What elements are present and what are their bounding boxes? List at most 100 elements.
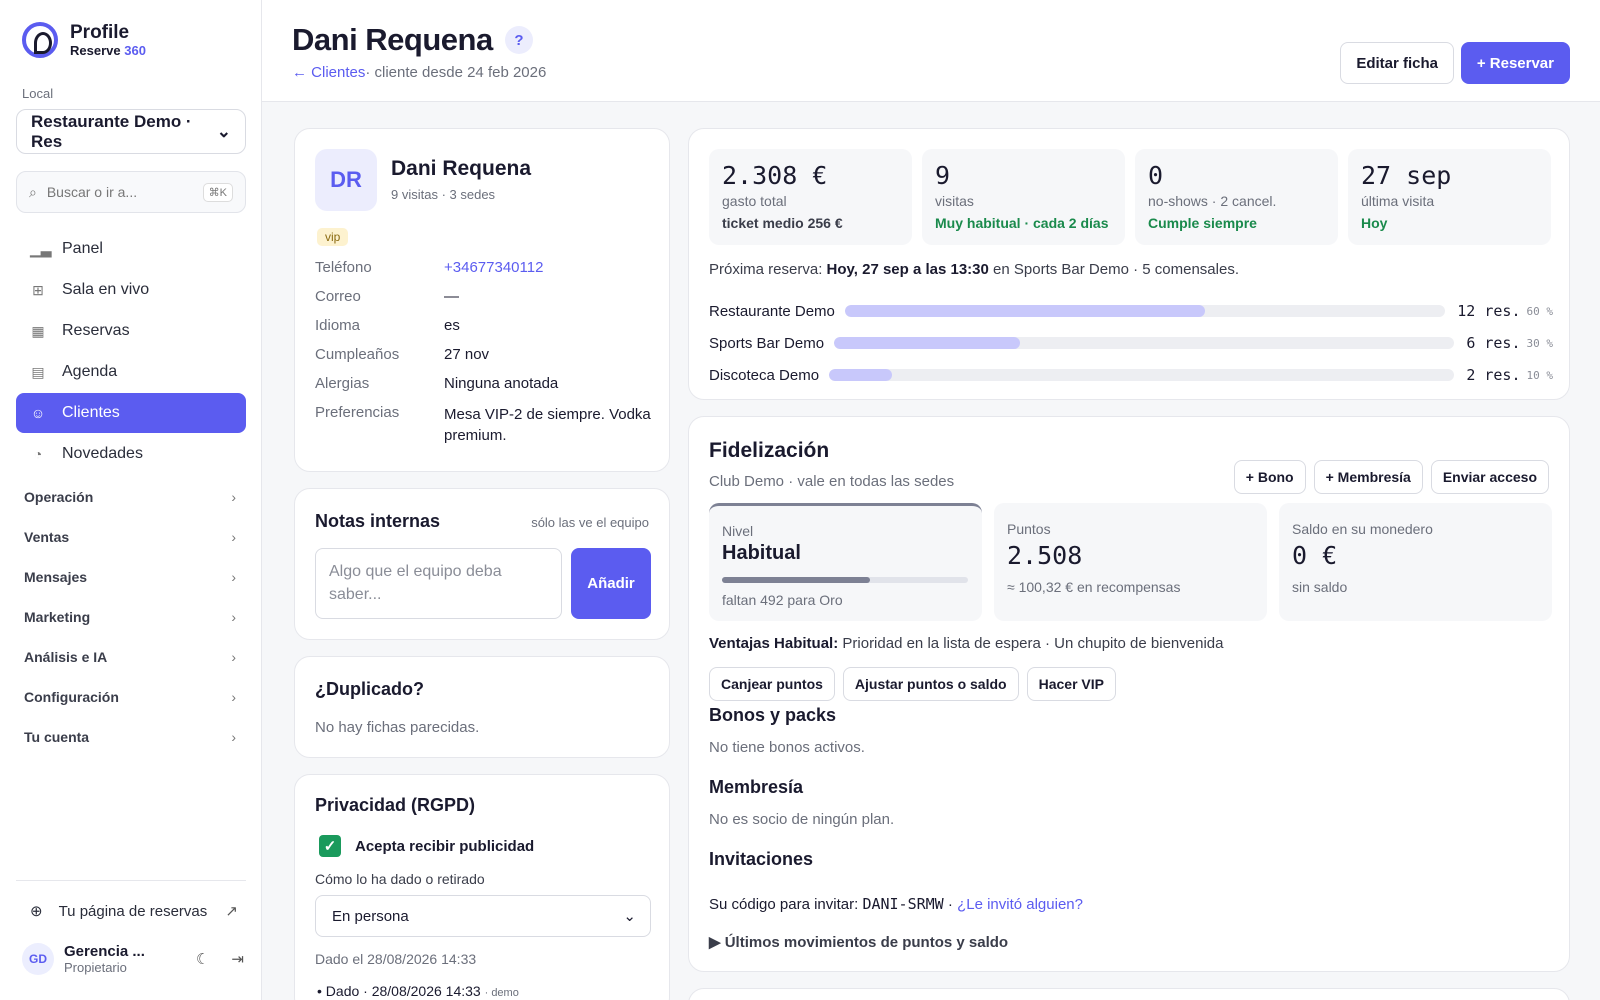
venue-row: Discoteca Demo 2 res. 10 % — [709, 366, 1553, 384]
consent-method-label: Cómo lo ha dado o retirado — [315, 871, 485, 887]
public-page-link[interactable]: ⊕ Tu página de reservas ↗ — [30, 902, 238, 921]
invited-by-link[interactable]: ¿Le invitó alguien? — [957, 896, 1083, 913]
movements-toggle[interactable]: ▶ Últimos movimientos de puntos y saldo — [709, 933, 1008, 951]
chevron-right-icon: › — [231, 529, 236, 545]
vip-badge: vip — [317, 228, 349, 246]
venue-bar-fill — [829, 369, 892, 381]
add-bono-button[interactable]: + Bono — [1233, 460, 1306, 494]
local-select[interactable]: Restaurante Demo · Res ⌄ — [16, 109, 246, 154]
page-header: Dani Requena ? ← Clientes· cliente desde… — [262, 0, 1600, 102]
nav-group-operacion[interactable]: Operación › — [16, 477, 246, 517]
phone-link[interactable]: +34677340112 — [444, 259, 655, 277]
membership-text: No es socio de ningún plan. — [709, 811, 895, 828]
chevron-right-icon: › — [231, 609, 236, 625]
loyalty-tiles: Nivel Habitual faltan 492 para Oro Punto… — [709, 503, 1552, 621]
chevron-right-icon: › — [231, 649, 236, 665]
invite-code: DANI-SRMW — [862, 895, 944, 913]
profile-card: DR Dani Requena 9 visitas · 3 sedes vip … — [294, 128, 670, 472]
venue-bars: Restaurante Demo 12 res. 60 % Sports Bar D… — [709, 295, 1553, 391]
nav-item-panel[interactable]: ▁▃ Panel — [16, 229, 246, 269]
profile-fields: Teléfono +34677340112 Correo — Idioma es Cu… — [315, 259, 655, 457]
brand-sub: Reserve 360 — [70, 42, 146, 58]
membership-title: Membresía — [709, 777, 804, 797]
brand-name: Profile — [70, 21, 130, 43]
send-access-button[interactable]: Enviar acceso — [1430, 460, 1549, 494]
venue-row: Restaurante Demo 12 res. 60 % — [709, 302, 1553, 320]
back-link[interactable]: ← Clientes — [292, 64, 365, 81]
user-menu[interactable]: GD Gerencia ... Propietario ☾ ⇥ — [22, 943, 244, 975]
avatar: DR — [315, 149, 377, 211]
nav-group-marketing[interactable]: Marketing › — [16, 597, 246, 637]
chevron-down-icon: ⌄ — [216, 121, 231, 141]
chevron-right-icon: › — [231, 729, 236, 745]
make-vip-button[interactable]: Hacer VIP — [1026, 667, 1116, 701]
level-progress — [722, 577, 968, 583]
field-row: Teléfono +34677340112 — [315, 259, 655, 277]
consent-checkbox[interactable]: ✓ Acepta recibir publicidad — [319, 835, 534, 857]
grid-icon: ⊞ — [32, 281, 44, 298]
nav-item-reservas[interactable]: ▦ Reservas — [16, 311, 246, 351]
nav-item-agenda[interactable]: ▤ Agenda — [16, 352, 246, 392]
stats-card: 2.308 € gasto total ticket medio 256 € 9 vi… — [688, 128, 1570, 400]
chart-icon: ▁▃ — [30, 240, 52, 257]
bonos-text: No tiene bonos activos. — [709, 739, 865, 756]
nav-group-cuenta[interactable]: Tu cuenta › — [16, 717, 246, 757]
local-label: Local — [22, 86, 54, 101]
nav-group-configuracion[interactable]: Configuración › — [16, 677, 246, 717]
bonos-title: Bonos y packs — [709, 705, 837, 725]
notes-textarea[interactable]: Algo que el equipo deba saber... — [315, 548, 562, 619]
nav-group-ventas[interactable]: Ventas › — [16, 517, 246, 557]
avatar: GD — [22, 943, 54, 975]
sidebar: Profile Reserve 360 Local Restaurante De… — [0, 0, 262, 1000]
nav-item-sala[interactable]: ⊞ Sala en vivo — [16, 270, 246, 310]
stat-spend: 2.308 € gasto total ticket medio 256 € — [709, 149, 912, 245]
consent-method-select[interactable]: En persona ⌄ — [315, 895, 651, 937]
globe-icon: ⊕ — [30, 903, 43, 920]
next-card — [688, 988, 1570, 1000]
reserve-button[interactable]: + Reservar — [1460, 42, 1570, 84]
wallet-tile: Saldo en su monedero 0 € sin saldo — [1279, 503, 1552, 621]
invites-title: Invitaciones — [709, 849, 814, 869]
redeem-points-button[interactable]: Canjear puntos — [709, 667, 835, 701]
help-icon[interactable]: ? — [504, 26, 533, 54]
nav-item-clientes[interactable]: ☺ Clientes — [16, 393, 246, 433]
stat-last-visit: 27 sep última visita Hoy — [1348, 149, 1551, 245]
nav-group-analisis[interactable]: Análisis e IA › — [16, 637, 246, 677]
field-row: Preferencias Mesa VIP-2 de siempre. Vodka… — [315, 404, 651, 444]
field-row: Correo — — [315, 288, 459, 305]
add-membership-button[interactable]: + Membresía — [1313, 460, 1423, 494]
loyalty-title: Fidelización — [709, 439, 830, 462]
search-input[interactable]: ⌕ Buscar o ir a... ⌘K — [16, 171, 246, 213]
loyalty-subtitle: Club Demo · vale en todas las sedes — [709, 473, 955, 490]
user-name: Gerencia ... — [64, 943, 145, 960]
loyalty-card: Fidelización Club Demo · vale en todas l… — [688, 416, 1570, 972]
nav-item-novedades[interactable]: ◔ Novedades — [16, 434, 246, 474]
client-visits: 9 visitas · 3 sedes — [391, 187, 496, 202]
add-note-button[interactable]: Añadir — [571, 548, 651, 619]
venue-bar-fill — [834, 337, 1021, 349]
consent-history-item: • Dado · 28/08/2026 14:33 · demo — [317, 983, 519, 999]
main-nav: ▁▃ Panel ⊞ Sala en vivo ▦ Reservas ▤ Agenda … — [16, 229, 246, 475]
search-icon: ⌕ — [29, 183, 37, 200]
chevron-right-icon: › — [231, 689, 236, 705]
chevron-down-icon: ⌄ — [623, 908, 636, 925]
level-progress-fill — [722, 577, 870, 583]
moon-icon[interactable]: ☾ — [196, 950, 209, 968]
user-role: Propietario — [64, 960, 127, 975]
brand[interactable]: Profile Reserve 360 — [22, 22, 146, 58]
nav-group-mensajes[interactable]: Mensajes › — [16, 557, 246, 597]
shortcut-badge: ⌘K — [202, 182, 233, 202]
field-row: Alergias Ninguna anotada — [315, 375, 559, 392]
stat-noshows: 0 no-shows · 2 cancel. Cumple siempre — [1135, 149, 1338, 245]
points-tile: Puntos 2.508 ≈ 100,32 € en recompensas — [994, 503, 1267, 621]
field-row: Cumpleaños 27 nov — [315, 346, 490, 363]
table-icon: ▤ — [31, 363, 45, 380]
duplicate-text: No hay fichas parecidas. — [315, 719, 480, 736]
perks-text: Ventajas Habitual: Prioridad en la lista… — [709, 635, 1224, 652]
adjust-points-button[interactable]: Ajustar puntos o saldo — [842, 667, 1019, 701]
external-link-icon: ↗ — [225, 903, 238, 920]
bell-icon: ◔ — [33, 446, 43, 462]
search-placeholder: Buscar o ir a... — [46, 184, 138, 200]
edit-button[interactable]: Editar ficha — [1340, 42, 1454, 84]
logout-icon[interactable]: ⇥ — [231, 950, 244, 968]
